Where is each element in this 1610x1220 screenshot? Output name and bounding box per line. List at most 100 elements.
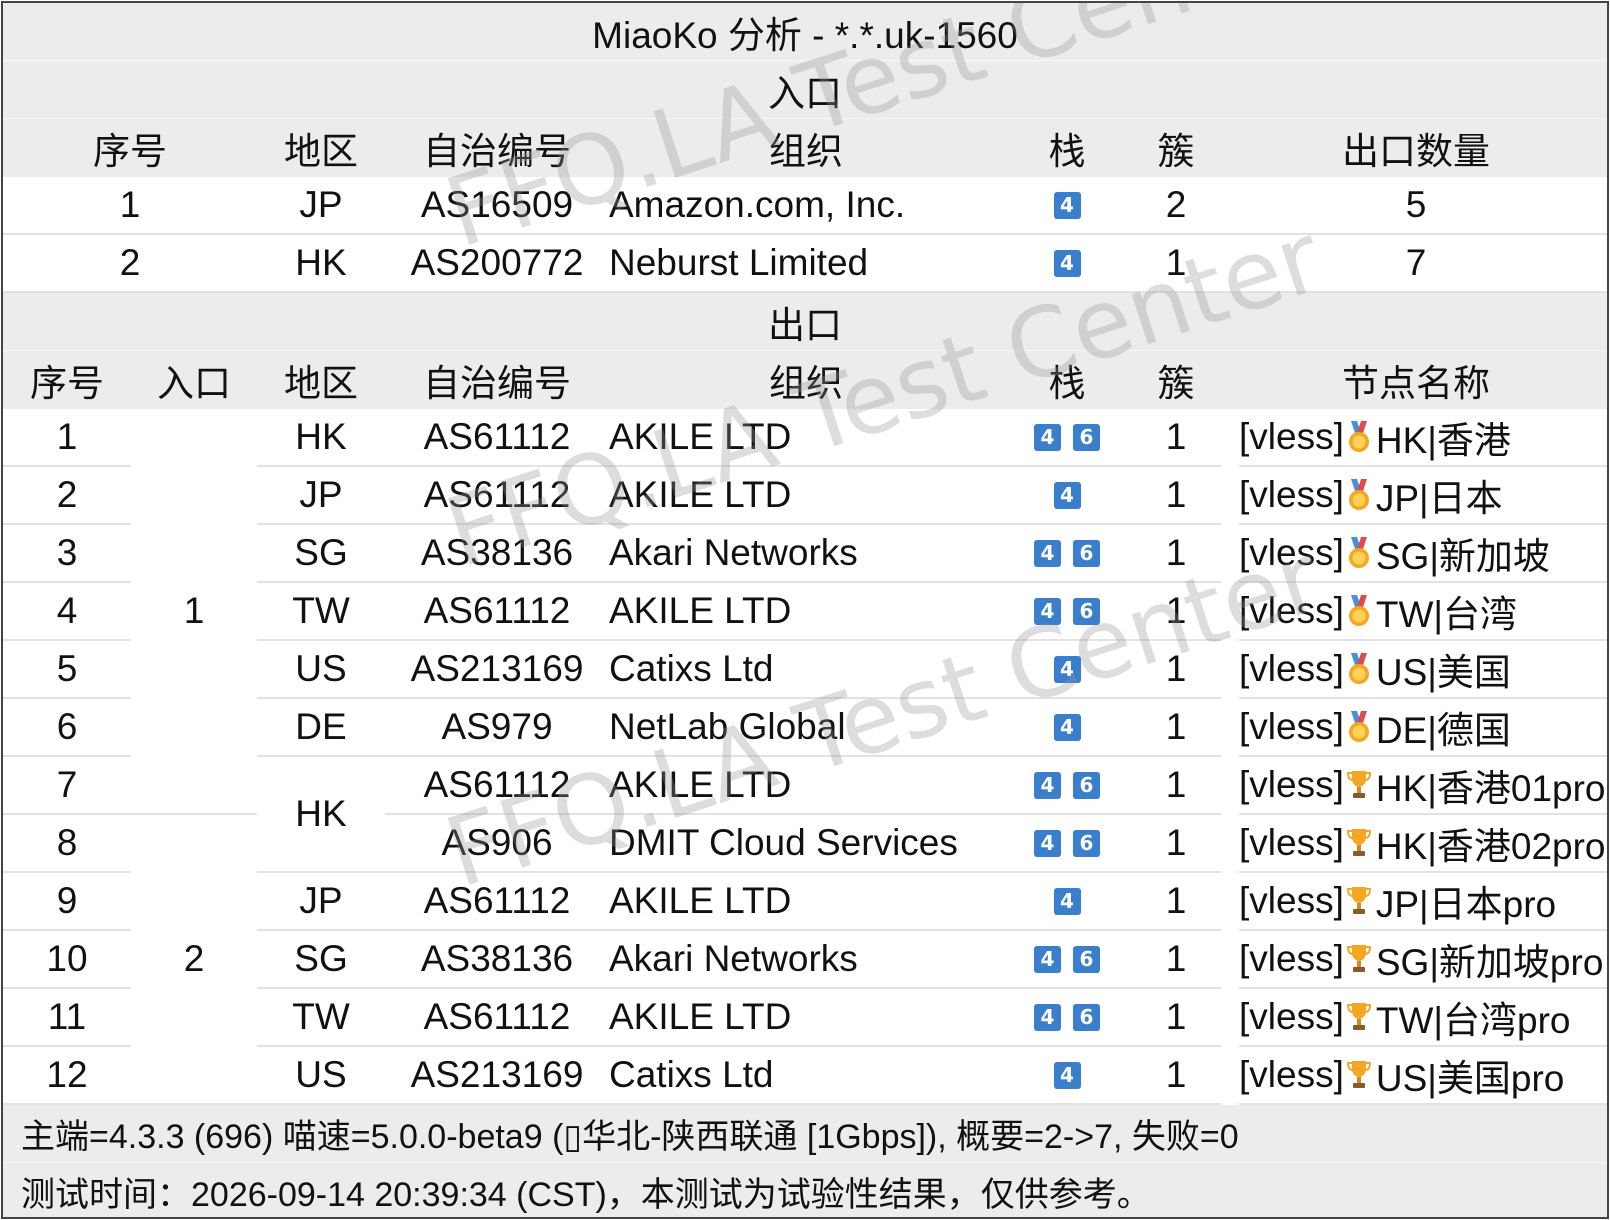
outbound-region: SG xyxy=(257,931,385,989)
outbound-index: 12 xyxy=(3,1047,131,1105)
ipv4-badge: 4 xyxy=(1034,945,1061,973)
outbound-cluster: 1 xyxy=(1131,1047,1221,1105)
stack-cell: 4 xyxy=(1003,467,1131,525)
node-protocol: [vless] xyxy=(1239,590,1344,631)
result-image: MiaoKo 分析 - *.*.uk-1560 入口 序号 地区 自治编号 组织… xyxy=(1,1,1609,1219)
outbound-region: JP xyxy=(257,467,385,525)
inbound-cluster: 1 xyxy=(1131,235,1221,293)
region-merged-hk: HK xyxy=(257,757,385,873)
outbound-asn: AS979 xyxy=(385,699,609,757)
inbound-header-asn: 自治编号 xyxy=(423,131,571,172)
outbound-index: 5 xyxy=(3,641,131,699)
ipv6-badge: 6 xyxy=(1073,771,1100,799)
stack-cell: 4 xyxy=(1003,177,1131,235)
ipv6-badge: 6 xyxy=(1073,829,1100,857)
outbound-org: AKILE LTD xyxy=(609,409,1003,467)
outbound-cluster: 1 xyxy=(1131,409,1221,467)
footer-test-time-line: 测试时间：2026-09-14 20:39:34 (CST)，本测试为试验性结果… xyxy=(3,1163,1607,1217)
outbound-header-node: 节点名称 xyxy=(1342,363,1490,404)
footer-info-line: 主端=4.3.3 (696) 喵速=5.0.0-beta9 (▯华北-陕西联通 … xyxy=(3,1105,1607,1163)
node-name-cell: [vless] HK|香港 xyxy=(1239,409,1607,467)
entry-group-2: 2 xyxy=(131,815,257,1105)
trophy-icon xyxy=(1346,829,1371,856)
node-name-cell: [vless] SG|新加坡pro xyxy=(1239,931,1607,989)
inbound-index: 1 xyxy=(3,177,257,235)
ipv4-badge: 4 xyxy=(1034,829,1061,857)
outbound-index: 11 xyxy=(3,989,131,1047)
node-name-cell: [vless] US|美国 xyxy=(1239,641,1607,699)
outbound-org: DMIT Cloud Services xyxy=(609,815,1003,873)
outbound-index: 1 xyxy=(3,409,131,467)
ipv4-badge: 4 xyxy=(1053,481,1081,509)
ipv6-badge: 6 xyxy=(1073,945,1100,973)
gold-medal-icon xyxy=(1348,653,1369,684)
ipv6-badge: 6 xyxy=(1073,597,1100,625)
inbound-region: JP xyxy=(257,177,385,235)
outbound-asn: AS61112 xyxy=(385,409,609,467)
node-name-cell: [vless] HK|香港01pro xyxy=(1239,757,1607,815)
ipv4-badge: 4 xyxy=(1034,423,1061,451)
ipv6-badge: 6 xyxy=(1073,423,1100,451)
inbound-header-cluster: 簇 xyxy=(1157,131,1195,172)
node-name: SG|新加坡 xyxy=(1375,536,1550,577)
outbound-header-entry: 入口 xyxy=(157,363,231,404)
outbound-org: AKILE LTD xyxy=(609,757,1003,815)
page-title: MiaoKo 分析 - *.*.uk-1560 xyxy=(3,3,1607,61)
node-protocol: [vless] xyxy=(1239,648,1344,689)
stack-cell: 46 xyxy=(1003,815,1131,873)
outbound-index: 4 xyxy=(3,583,131,641)
node-name-cell: [vless] DE|德国 xyxy=(1239,699,1607,757)
stack-cell: 4 xyxy=(1003,641,1131,699)
ipv4-badge: 4 xyxy=(1034,771,1061,799)
inbound-org: Neburst Limited xyxy=(609,235,1003,293)
trophy-icon xyxy=(1346,1061,1371,1088)
outbound-cluster: 1 xyxy=(1131,931,1221,989)
ipv6-badge: 6 xyxy=(1073,1003,1100,1031)
node-protocol: [vless] xyxy=(1239,1054,1344,1095)
node-protocol: [vless] xyxy=(1239,880,1344,921)
outbound-cluster: 1 xyxy=(1131,583,1221,641)
outbound-region: US xyxy=(257,641,385,699)
outbound-region: DE xyxy=(257,699,385,757)
outbound-org: Catixs Ltd xyxy=(609,1047,1003,1105)
outbound-header-stack: 栈 xyxy=(1048,363,1086,404)
outbound-org: Akari Networks xyxy=(609,931,1003,989)
outbound-section-title: 出口 xyxy=(3,293,1607,351)
node-name-cell: [vless] SG|新加坡 xyxy=(1239,525,1607,583)
outbound-cluster: 1 xyxy=(1131,467,1221,525)
outbound-header-org: 组织 xyxy=(769,363,843,404)
stack-cell: 46 xyxy=(1003,931,1131,989)
stack-cell: 46 xyxy=(1003,989,1131,1047)
inbound-header-stack: 栈 xyxy=(1048,131,1086,172)
node-name: JP|日本pro xyxy=(1375,884,1557,925)
outbound-region: TW xyxy=(257,583,385,641)
outbound-cluster: 1 xyxy=(1131,757,1221,815)
node-name-cell: [vless] JP|日本pro xyxy=(1239,873,1607,931)
outbound-cluster: 1 xyxy=(1131,641,1221,699)
node-protocol: [vless] xyxy=(1239,996,1344,1037)
node-name: DE|德国 xyxy=(1375,710,1511,751)
node-protocol: [vless] xyxy=(1239,938,1344,979)
ipv4-badge: 4 xyxy=(1034,597,1061,625)
node-name: US|美国 xyxy=(1375,652,1511,693)
outbound-asn: AS61112 xyxy=(385,757,609,815)
outbound-region: SG xyxy=(257,525,385,583)
trophy-icon xyxy=(1346,945,1371,972)
outbound-index: 6 xyxy=(3,699,131,757)
node-protocol: [vless] xyxy=(1239,706,1344,747)
outbound-asn: AS61112 xyxy=(385,989,609,1047)
stack-cell: 4 xyxy=(1003,235,1131,293)
outbound-asn: AS61112 xyxy=(385,467,609,525)
outbound-header-index: 序号 xyxy=(30,363,104,404)
ipv4-badge: 4 xyxy=(1053,655,1081,683)
ipv4-badge: 4 xyxy=(1053,887,1081,915)
outbound-region: HK xyxy=(257,409,385,467)
inbound-header-region: 地区 xyxy=(284,131,358,172)
stack-cell: 4 xyxy=(1003,873,1131,931)
inbound-exits: 5 xyxy=(1221,177,1607,235)
outbound-cluster: 1 xyxy=(1131,699,1221,757)
stack-cell: 4 xyxy=(1003,1047,1131,1105)
node-name: HK|香港01pro xyxy=(1375,768,1606,809)
outbound-index: 2 xyxy=(3,467,131,525)
outbound-region: JP xyxy=(257,873,385,931)
